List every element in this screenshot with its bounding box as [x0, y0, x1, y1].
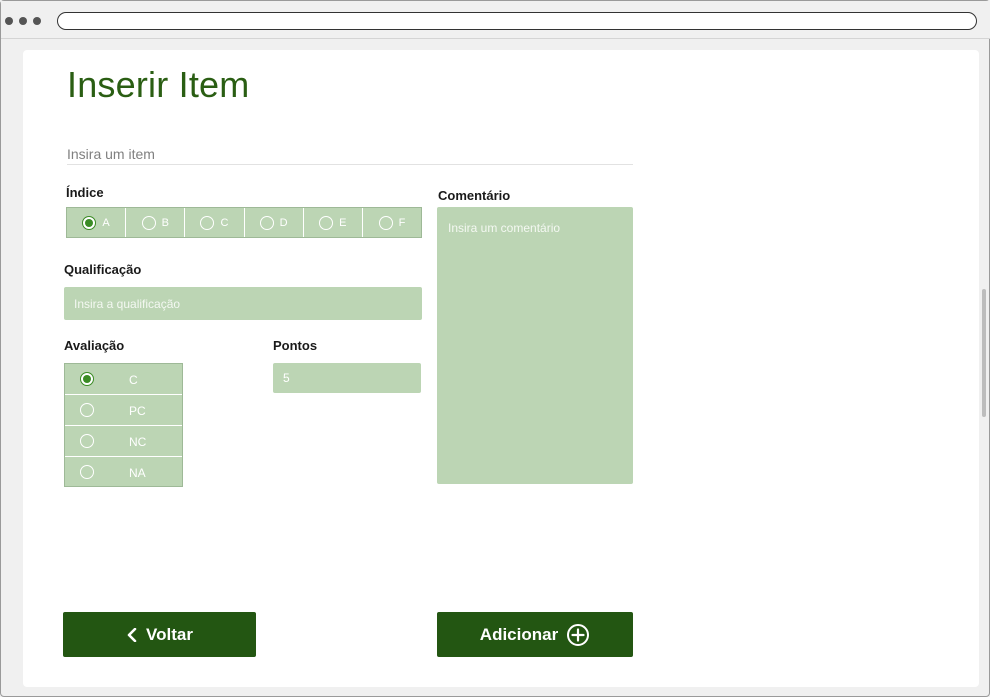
- indice-option-label: D: [279, 216, 288, 229]
- radio-icon[interactable]: [259, 215, 274, 230]
- avaliacao-option-c[interactable]: C: [65, 364, 182, 395]
- radio-icon[interactable]: [80, 434, 94, 448]
- back-button-label: Voltar: [146, 624, 193, 644]
- indice-option-b[interactable]: B: [126, 208, 186, 237]
- radio-icon[interactable]: [319, 215, 334, 230]
- indice-option-label: B: [161, 216, 169, 229]
- radio-icon[interactable]: [80, 403, 94, 417]
- avaliacao-option-label: PC: [129, 404, 146, 418]
- indice-option-a[interactable]: A: [67, 208, 127, 237]
- chevron-left-icon: [127, 627, 137, 642]
- window-dot-icon[interactable]: [5, 17, 13, 25]
- indice-selector: A B C D E F: [66, 207, 422, 238]
- indice-option-label: F: [398, 216, 406, 229]
- item-input[interactable]: [67, 144, 633, 165]
- window-dot-icon[interactable]: [33, 17, 41, 25]
- comentario-label: Comentário: [438, 188, 511, 203]
- plus-circle-icon: [567, 623, 590, 646]
- pontos-label: Pontos: [273, 338, 318, 353]
- add-button-label: Adicionar: [479, 624, 559, 644]
- radio-icon[interactable]: [378, 215, 393, 230]
- qualificacao-label: Qualificação: [64, 262, 142, 277]
- avaliacao-option-label: NC: [129, 435, 147, 449]
- avaliacao-option-label: C: [129, 373, 138, 387]
- radio-icon[interactable]: [141, 215, 156, 230]
- radio-checked-icon[interactable]: [80, 372, 94, 386]
- page-title: Inserir Item: [67, 64, 250, 105]
- back-button[interactable]: Voltar: [63, 612, 256, 657]
- avaliacao-option-pc[interactable]: PC: [65, 395, 182, 426]
- comentario-textarea[interactable]: [437, 207, 633, 484]
- add-button[interactable]: Adicionar: [437, 612, 633, 657]
- scrollbar[interactable]: [982, 289, 986, 417]
- indice-option-e[interactable]: E: [304, 208, 363, 237]
- indice-option-label: C: [220, 216, 229, 229]
- indice-option-label: A: [102, 216, 110, 229]
- radio-checked-icon[interactable]: [82, 215, 97, 230]
- avaliacao-option-label: NA: [129, 466, 146, 480]
- indice-option-label: E: [339, 216, 347, 229]
- avaliacao-option-nc[interactable]: NC: [65, 426, 182, 457]
- avaliacao-option-na[interactable]: NA: [65, 457, 182, 488]
- pontos-input[interactable]: [273, 363, 421, 393]
- radio-icon[interactable]: [80, 465, 94, 479]
- indice-label: Índice: [66, 185, 104, 200]
- avaliacao-list: C PC NC NA: [64, 363, 183, 487]
- qualificacao-input[interactable]: [64, 287, 422, 320]
- browser-titlebar: [1, 1, 990, 39]
- indice-option-d[interactable]: D: [245, 208, 304, 237]
- indice-option-f[interactable]: F: [363, 208, 421, 237]
- avaliacao-label: Avaliação: [64, 338, 125, 353]
- address-bar[interactable]: [57, 12, 977, 30]
- radio-icon[interactable]: [200, 215, 215, 230]
- window-dot-icon[interactable]: [19, 17, 27, 25]
- indice-option-c[interactable]: C: [185, 208, 245, 237]
